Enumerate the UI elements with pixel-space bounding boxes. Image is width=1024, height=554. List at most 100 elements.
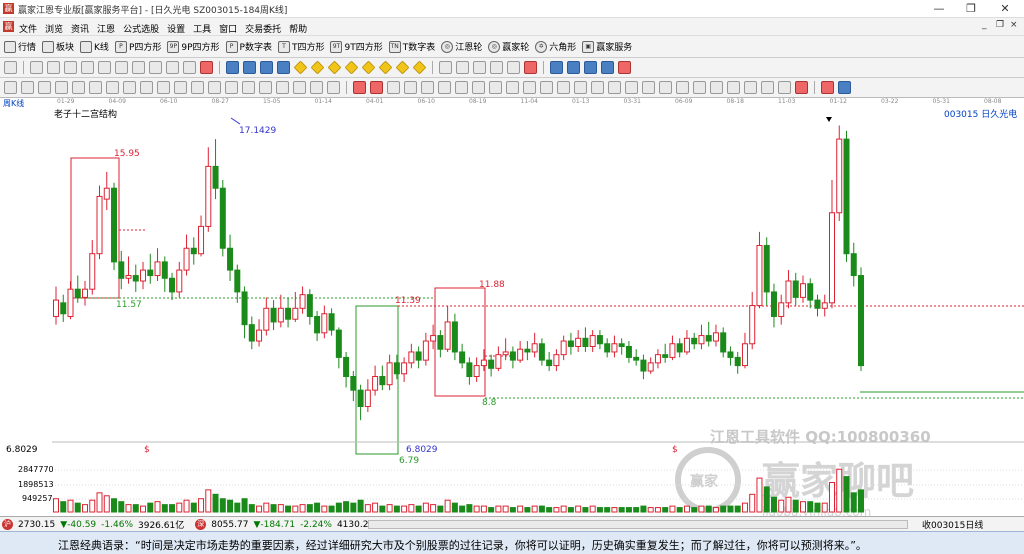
tool-icon[interactable] <box>838 81 851 94</box>
tool-icon[interactable] <box>710 81 723 94</box>
menu-item[interactable]: 窗口 <box>219 22 237 35</box>
mdi-minimize-button[interactable]: _ <box>982 20 987 30</box>
menu-item[interactable]: 浏览 <box>45 22 63 35</box>
nav-item[interactable]: 板块 <box>42 40 74 53</box>
tool-icon[interactable] <box>591 81 604 94</box>
tool-icon[interactable] <box>149 61 162 74</box>
tool-icon[interactable] <box>183 61 196 74</box>
tool-icon[interactable] <box>310 60 325 75</box>
tool-icon[interactable] <box>344 60 359 75</box>
tool-icon[interactable] <box>293 81 306 94</box>
tool-icon[interactable] <box>378 60 393 75</box>
nav-item[interactable]: P P四方形 <box>114 40 161 53</box>
tool-icon[interactable] <box>226 61 239 74</box>
nav-item[interactable]: P P数字表 <box>225 40 272 53</box>
nav-item[interactable]: ◎ 江恩轮 <box>441 40 482 53</box>
tool-icon[interactable] <box>567 61 580 74</box>
tool-icon[interactable] <box>550 61 563 74</box>
tool-icon[interactable] <box>327 81 340 94</box>
tool-icon[interactable] <box>30 61 43 74</box>
nav-item[interactable]: TN T数字表 <box>388 40 435 53</box>
tool-icon[interactable] <box>293 60 308 75</box>
tool-icon[interactable] <box>123 81 136 94</box>
tool-icon[interactable] <box>276 81 289 94</box>
menu-item[interactable]: 文件 <box>19 22 37 35</box>
kline-chart[interactable]: 江恩工具软件 QQ:100800360 赢家 赢家聊吧 jiaoba.yinji… <box>0 106 1024 516</box>
menu-item[interactable]: 工具 <box>193 22 211 35</box>
mdi-restore-button[interactable]: ❐ <box>996 20 1004 30</box>
tool-icon[interactable] <box>472 81 485 94</box>
menu-item[interactable]: 公式选股 <box>123 22 159 35</box>
menu-item[interactable]: 设置 <box>167 22 185 35</box>
nav-item[interactable]: ◎ 赢家轮 <box>488 40 529 53</box>
tool-icon[interactable] <box>260 61 273 74</box>
tool-icon[interactable] <box>277 61 290 74</box>
tool-icon[interactable] <box>412 60 427 75</box>
tool-icon[interactable] <box>727 81 740 94</box>
tool-icon[interactable] <box>404 81 417 94</box>
tool-icon[interactable] <box>438 81 451 94</box>
tool-icon[interactable] <box>242 81 255 94</box>
tool-icon[interactable] <box>574 81 587 94</box>
tool-icon[interactable] <box>4 61 17 74</box>
tool-icon[interactable] <box>506 81 519 94</box>
tool-icon[interactable] <box>327 60 342 75</box>
tool-icon[interactable] <box>21 81 34 94</box>
tool-icon[interactable] <box>353 81 366 94</box>
tool-icon[interactable] <box>200 61 213 74</box>
tool-icon[interactable] <box>106 81 119 94</box>
menu-item[interactable]: 江恩 <box>97 22 115 35</box>
tool-icon[interactable] <box>174 81 187 94</box>
status-scrollbar[interactable] <box>368 520 908 529</box>
nav-item[interactable]: ✡ 六角形 <box>535 40 576 53</box>
tool-icon[interactable] <box>659 81 672 94</box>
tool-icon[interactable] <box>744 81 757 94</box>
tool-icon[interactable] <box>387 81 400 94</box>
tool-icon[interactable] <box>421 81 434 94</box>
period-status[interactable]: 收003015日线 <box>922 518 983 531</box>
tool-icon[interactable] <box>225 81 238 94</box>
tool-icon[interactable] <box>166 61 179 74</box>
tool-icon[interactable] <box>361 60 376 75</box>
tool-icon[interactable] <box>821 81 834 94</box>
nav-item[interactable]: T T四方形 <box>277 40 324 53</box>
tool-icon[interactable] <box>584 61 597 74</box>
tool-icon[interactable] <box>98 61 111 74</box>
tool-icon[interactable] <box>608 81 621 94</box>
menu-item[interactable]: 资讯 <box>71 22 89 35</box>
maximize-button[interactable]: ❐ <box>956 0 986 18</box>
mdi-close-button[interactable]: × <box>1010 20 1018 30</box>
tool-icon[interactable] <box>72 81 85 94</box>
tool-icon[interactable] <box>618 61 631 74</box>
tool-icon[interactable] <box>47 61 60 74</box>
nav-item[interactable]: K线 <box>80 40 109 53</box>
tool-icon[interactable] <box>507 61 520 74</box>
tool-icon[interactable] <box>642 81 655 94</box>
minimize-button[interactable]: — <box>924 0 954 18</box>
tool-icon[interactable] <box>89 81 102 94</box>
tool-icon[interactable] <box>4 81 17 94</box>
tool-icon[interactable] <box>490 61 503 74</box>
nav-item[interactable]: ▣ 赢家服务 <box>582 40 632 53</box>
tool-icon[interactable] <box>157 81 170 94</box>
tool-icon[interactable] <box>243 61 256 74</box>
tool-icon[interactable] <box>795 81 808 94</box>
tool-icon[interactable] <box>38 81 51 94</box>
tool-icon[interactable] <box>524 61 537 74</box>
tool-icon[interactable] <box>456 61 469 74</box>
tool-icon[interactable] <box>208 81 221 94</box>
tool-icon[interactable] <box>523 81 536 94</box>
close-button[interactable]: ✕ <box>990 0 1020 18</box>
tool-icon[interactable] <box>439 61 452 74</box>
tool-icon[interactable] <box>761 81 774 94</box>
tool-icon[interactable] <box>540 81 553 94</box>
menu-item[interactable]: 交易委托 <box>245 22 281 35</box>
tool-icon[interactable] <box>115 61 128 74</box>
menu-item[interactable]: 帮助 <box>289 22 307 35</box>
tool-icon[interactable] <box>489 81 502 94</box>
tool-icon[interactable] <box>310 81 323 94</box>
nav-item[interactable]: 行情 <box>4 40 36 53</box>
tool-icon[interactable] <box>625 81 638 94</box>
tool-icon[interactable] <box>55 81 68 94</box>
tool-icon[interactable] <box>693 81 706 94</box>
